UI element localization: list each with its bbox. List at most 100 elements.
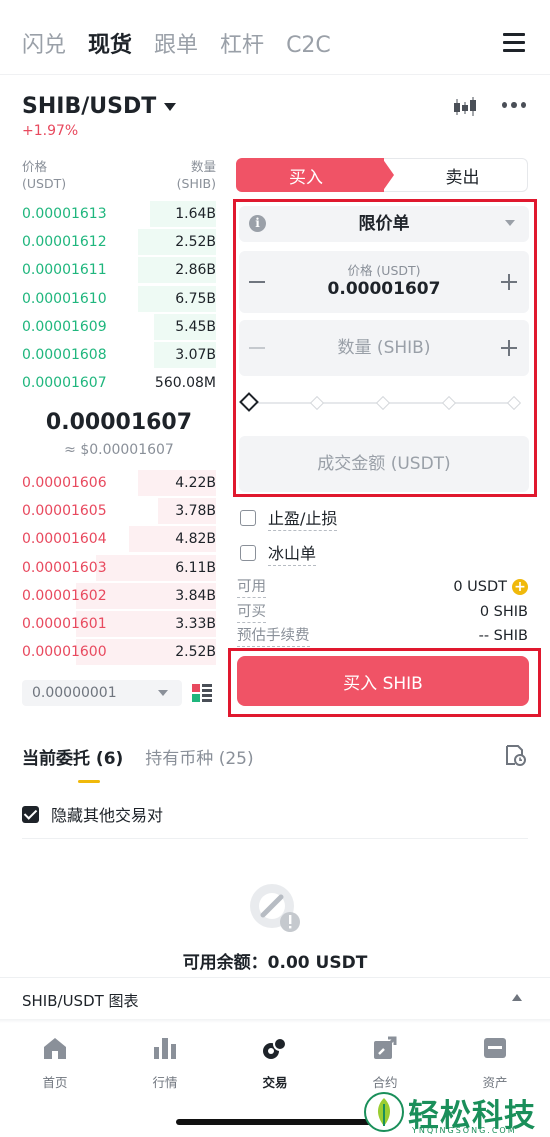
precision-select[interactable]: 0.00000001 bbox=[22, 680, 182, 706]
home-icon bbox=[44, 1038, 66, 1059]
orderbook-quantity: 2.86B bbox=[175, 262, 216, 279]
price-input-label: 价格 (USDT) bbox=[347, 263, 421, 278]
chevron-up-icon[interactable] bbox=[512, 994, 522, 1001]
orderbook-price: 0.00001602 bbox=[22, 587, 107, 604]
menu-icon[interactable] bbox=[503, 33, 525, 53]
slider-tick-75[interactable] bbox=[441, 395, 457, 411]
orderbook-price: 0.00001611 bbox=[22, 262, 107, 279]
price-header-label: 价格 bbox=[22, 159, 48, 174]
slider-tick-25[interactable] bbox=[309, 395, 325, 411]
orderbook-price: 0.00001603 bbox=[22, 559, 107, 576]
pair-selector[interactable]: SHIB/USDT bbox=[22, 94, 177, 119]
orderbook-price: 0.00001600 bbox=[22, 644, 107, 661]
increase-price-icon[interactable] bbox=[501, 274, 517, 290]
orderbook-price: 0.00001612 bbox=[22, 234, 107, 251]
tab-c2c[interactable]: C2C bbox=[286, 26, 331, 66]
tab-margin[interactable]: 杠杆 bbox=[220, 26, 264, 66]
nav-home[interactable]: 首页 bbox=[0, 1030, 110, 1100]
chart-toggle-label[interactable]: SHIB/USDT 图表 bbox=[22, 990, 139, 1011]
orderbook-price: 0.00001609 bbox=[22, 318, 107, 335]
orderbook-price: 0.00001601 bbox=[22, 616, 107, 632]
price-input[interactable]: 价格 (USDT) 0.00001607 bbox=[239, 251, 529, 313]
nav-assets-label: 资产 bbox=[482, 1075, 508, 1090]
buy-sell-toggle: 买入 卖出 bbox=[236, 158, 528, 192]
precision-value: 0.00000001 bbox=[32, 685, 117, 701]
nav-trade-label: 交易 bbox=[262, 1075, 288, 1090]
orderbook-row[interactable]: 0.00001607 560.08M bbox=[22, 369, 216, 397]
hide-other-pairs-checkbox[interactable]: 隐藏其他交易对 bbox=[22, 802, 163, 826]
buy-tab[interactable]: 买入 bbox=[236, 158, 384, 192]
orderbook-row[interactable]: 0.00001610 6.75B bbox=[22, 285, 216, 313]
orderbook-row[interactable]: 0.00001604 4.82B bbox=[22, 525, 216, 553]
quantity-input[interactable]: 数量 (SHIB) bbox=[239, 320, 529, 376]
increase-quantity-icon[interactable] bbox=[501, 340, 517, 356]
tab-swap[interactable]: 闪兑 bbox=[22, 26, 66, 66]
last-price-usd: ≈ $0.00001607 bbox=[64, 442, 174, 458]
tp-sl-checkbox[interactable]: 止盈/止损 bbox=[240, 505, 338, 531]
home-indicator bbox=[176, 1119, 376, 1125]
brand-logo-icon bbox=[364, 1092, 404, 1132]
price-input-value[interactable]: 0.00001607 bbox=[239, 279, 529, 299]
tab-spot[interactable]: 现货 bbox=[88, 26, 132, 66]
no-data-icon bbox=[250, 884, 300, 932]
orderbook-price: 0.00001613 bbox=[22, 206, 107, 222]
pair-symbol: SHIB/USDT bbox=[22, 94, 157, 119]
orderbook-row[interactable]: 0.00001611 2.86B bbox=[22, 256, 216, 284]
qty-header-label: 数量 bbox=[190, 159, 216, 174]
bar-chart-icon bbox=[154, 1038, 176, 1059]
orderbook-row[interactable]: 0.00001613 1.64B bbox=[22, 200, 216, 228]
nav-markets[interactable]: 行情 bbox=[110, 1030, 220, 1100]
fee-value: -- SHIB bbox=[478, 627, 528, 644]
orderbook-row[interactable]: 0.00001603 6.11B bbox=[22, 554, 216, 582]
orderbook-row[interactable]: 0.00001605 3.78B bbox=[22, 497, 216, 525]
candlestick-chart-icon[interactable] bbox=[452, 96, 478, 118]
sell-tab[interactable]: 卖出 bbox=[384, 158, 528, 192]
active-tab-indicator bbox=[78, 780, 100, 783]
orderbook-quantity: 6.75B bbox=[175, 290, 216, 307]
order-history-icon[interactable] bbox=[504, 744, 526, 766]
orderbook-quantity: 1.64B bbox=[175, 206, 216, 222]
order-type-select[interactable]: i 限价单 bbox=[239, 206, 529, 242]
last-price[interactable]: 0.00001607 bbox=[22, 410, 216, 435]
orderbook-row[interactable]: 0.00001608 3.07B bbox=[22, 341, 216, 369]
fee-row: 预估手续费 -- SHIB bbox=[237, 624, 528, 647]
orderbook-price: 0.00001604 bbox=[22, 531, 107, 548]
orderbook-row[interactable]: 0.00001601 3.33B bbox=[22, 610, 216, 638]
orderbook-quantity: 3.33B bbox=[175, 616, 216, 632]
price-header-unit: (USDT) bbox=[22, 176, 67, 191]
slider-tick-100[interactable] bbox=[506, 395, 522, 411]
slider-handle[interactable] bbox=[239, 392, 259, 412]
orderbook-row[interactable]: 0.00001606 4.22B bbox=[22, 469, 216, 497]
fee-label: 预估手续费 bbox=[237, 624, 310, 647]
tab-holdings[interactable]: 持有币种 (25) bbox=[145, 744, 253, 769]
slider-tick-50[interactable] bbox=[375, 395, 391, 411]
iceberg-label: 冰山单 bbox=[268, 540, 317, 566]
checkbox-checked[interactable] bbox=[22, 805, 39, 823]
max-buy-row: 可买 0 SHIB bbox=[237, 600, 528, 623]
nav-trade[interactable]: 交易 bbox=[220, 1030, 330, 1100]
total-input[interactable]: 成交金额 (USDT) bbox=[239, 436, 529, 492]
tab-copy-trading[interactable]: 跟单 bbox=[154, 26, 198, 66]
orderbook-row[interactable]: 0.00001600 2.52B bbox=[22, 638, 216, 666]
orderbook-quantity: 560.08M bbox=[154, 375, 216, 392]
more-options-icon[interactable] bbox=[502, 102, 526, 110]
futures-icon bbox=[374, 1036, 397, 1059]
chevron-down-icon bbox=[158, 690, 168, 696]
checkbox[interactable] bbox=[240, 545, 256, 561]
orderbook-layout-icon[interactable] bbox=[192, 684, 212, 702]
orderbook-quantity: 4.22B bbox=[175, 475, 216, 491]
amount-slider[interactable] bbox=[239, 392, 522, 414]
nav-shadow bbox=[0, 1019, 550, 1023]
checkbox[interactable] bbox=[240, 510, 256, 526]
deposit-plus-icon[interactable]: + bbox=[512, 578, 528, 595]
tab-open-orders[interactable]: 当前委托 (6) bbox=[22, 744, 123, 783]
divider bbox=[22, 838, 528, 839]
orderbook-row[interactable]: 0.00001609 5.45B bbox=[22, 313, 216, 341]
buy-shib-button[interactable]: 买入 SHIB bbox=[237, 656, 529, 706]
orderbook-row[interactable]: 0.00001612 2.52B bbox=[22, 228, 216, 256]
orderbook-row[interactable]: 0.00001602 3.84B bbox=[22, 582, 216, 610]
orderbook-quantity: 3.84B bbox=[175, 587, 216, 604]
price-change: +1.97% bbox=[22, 123, 79, 139]
orderbook-quantity: 2.52B bbox=[175, 644, 216, 661]
iceberg-checkbox[interactable]: 冰山单 bbox=[240, 540, 317, 566]
